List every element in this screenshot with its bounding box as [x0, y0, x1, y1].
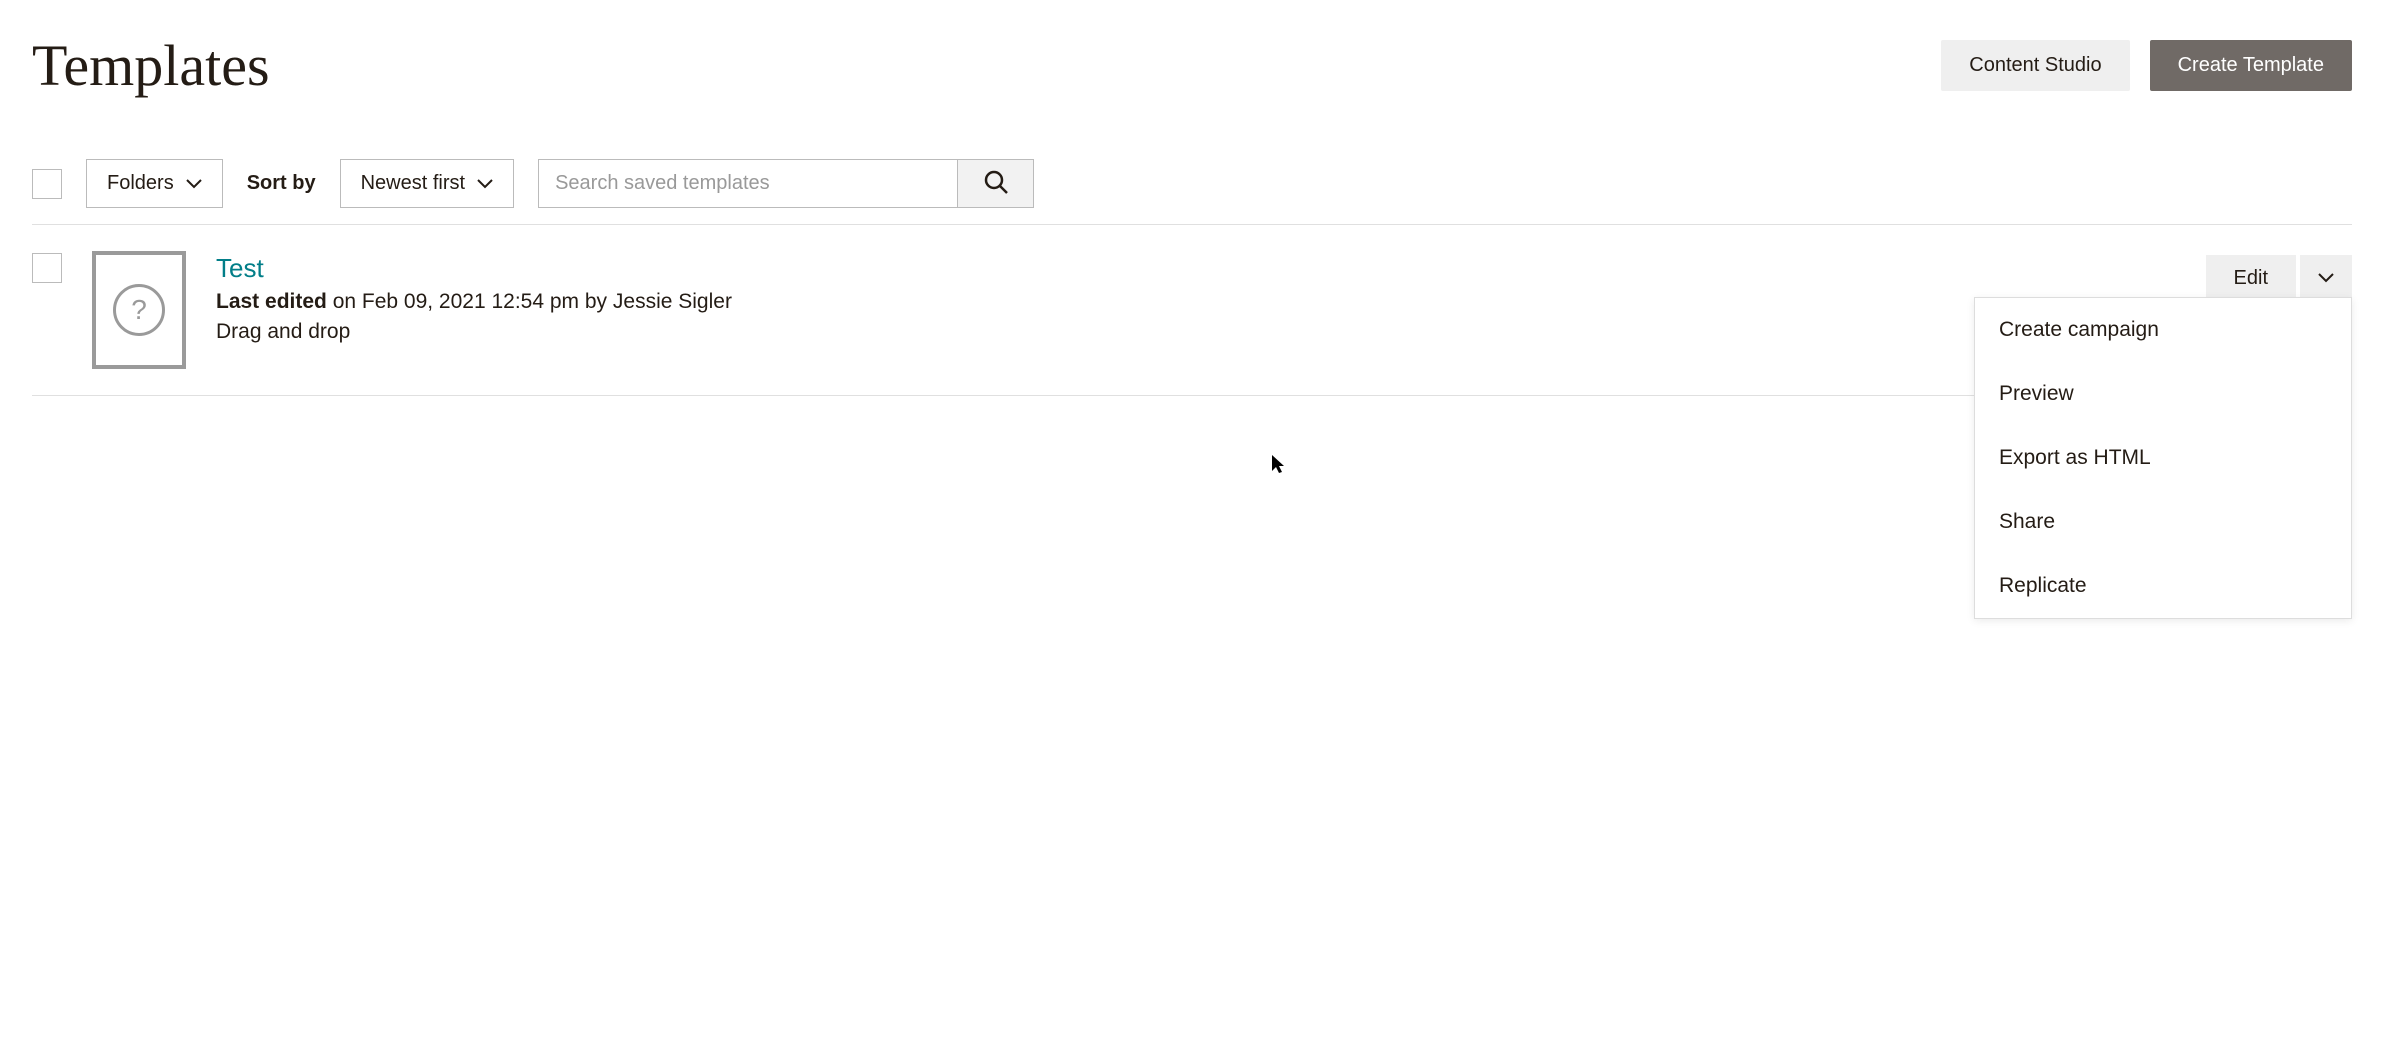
folders-label: Folders — [107, 172, 174, 195]
last-edited-prefix: Last edited — [216, 290, 327, 313]
chevron-down-icon — [477, 179, 493, 189]
search-button[interactable] — [958, 159, 1034, 208]
sort-dropdown[interactable]: Newest first — [340, 159, 514, 208]
row-actions: Edit — [2206, 255, 2352, 302]
dropdown-item-replicate[interactable]: Replicate — [1975, 554, 2351, 618]
search-icon — [983, 169, 1009, 198]
content-studio-button[interactable]: Content Studio — [1941, 40, 2129, 91]
folders-dropdown[interactable]: Folders — [86, 159, 223, 208]
row-checkbox[interactable] — [32, 253, 62, 283]
cursor-icon — [1272, 455, 1288, 480]
create-template-button[interactable]: Create Template — [2150, 40, 2352, 91]
search-input[interactable] — [538, 159, 958, 208]
template-info: Test Last edited on Feb 09, 2021 12:54 p… — [216, 251, 2176, 344]
search-container — [538, 159, 1034, 208]
sort-selected-label: Newest first — [361, 172, 465, 195]
template-last-edited: Last edited on Feb 09, 2021 12:54 pm by … — [216, 290, 2176, 314]
page-title: Templates — [32, 32, 270, 99]
chevron-down-icon — [2318, 271, 2334, 286]
template-row: ? Test Last edited on Feb 09, 2021 12:54… — [32, 225, 2352, 396]
page-header: Templates Content Studio Create Template — [32, 32, 2352, 99]
header-actions: Content Studio Create Template — [1941, 40, 2352, 91]
row-dropdown-toggle[interactable] — [2300, 255, 2352, 302]
chevron-down-icon — [186, 179, 202, 189]
row-dropdown-menu: Create campaign Preview Export as HTML S… — [1974, 297, 2352, 619]
dropdown-item-share[interactable]: Share — [1975, 490, 2351, 554]
template-type: Drag and drop — [216, 320, 2176, 344]
template-name-link[interactable]: Test — [216, 253, 2176, 284]
toolbar: Folders Sort by Newest first — [32, 159, 2352, 208]
sort-by-label: Sort by — [247, 172, 316, 195]
dropdown-item-create-campaign[interactable]: Create campaign — [1975, 298, 2351, 362]
select-all-checkbox[interactable] — [32, 169, 62, 199]
edit-button[interactable]: Edit — [2206, 255, 2296, 302]
template-thumbnail: ? — [92, 251, 186, 369]
dropdown-item-export-html[interactable]: Export as HTML — [1975, 426, 2351, 490]
question-mark-icon: ? — [113, 284, 165, 336]
dropdown-item-preview[interactable]: Preview — [1975, 362, 2351, 426]
last-edited-suffix: on Feb 09, 2021 12:54 pm by Jessie Sigle… — [327, 290, 732, 313]
